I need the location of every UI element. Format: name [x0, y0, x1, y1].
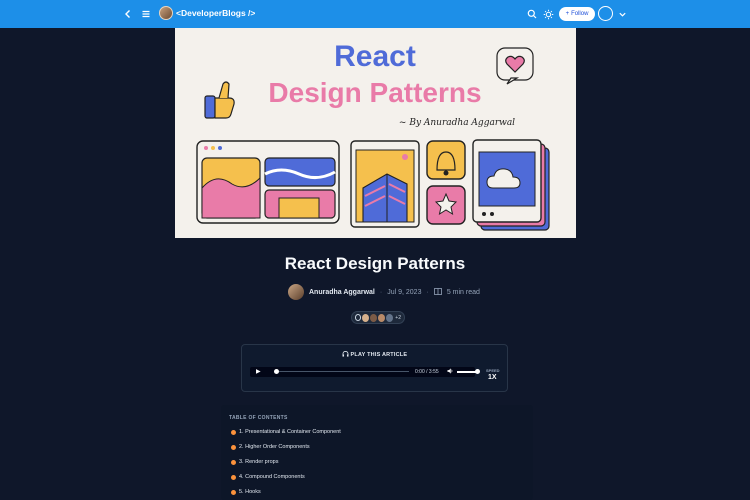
toc-item-label: 2. Higher Order Components	[239, 444, 310, 450]
audio-player: PLAY THIS ARTICLE ▶ 0:00 / 3:55 SPEED 1X	[241, 344, 508, 392]
toc-item[interactable]: 2. Higher Order Components	[231, 444, 310, 450]
bullet-icon	[231, 474, 236, 480]
star-illustration	[426, 185, 466, 225]
toc-item[interactable]: 5. Hooks	[231, 489, 261, 495]
publish-date: Jul 9, 2023	[387, 288, 422, 296]
speed-label: SPEED	[486, 368, 500, 373]
bell-illustration	[426, 140, 466, 180]
bookmark-icon[interactable]	[355, 314, 362, 321]
volume-knob[interactable]	[475, 369, 480, 374]
author-name[interactable]: Anuradha Aggarwal	[309, 289, 375, 296]
follow-button[interactable]: + Follow	[559, 7, 595, 21]
read-time: 5 min read	[446, 288, 480, 296]
progress-track[interactable]	[279, 371, 409, 372]
search-icon[interactable]	[524, 6, 540, 22]
chevron-down-icon[interactable]	[614, 6, 630, 22]
building-illustration	[350, 140, 420, 228]
browser-window-illustration	[196, 140, 340, 224]
article-meta: Anuradha Aggarwal · Jul 9, 2023 · 5 min …	[288, 284, 480, 300]
toc-item-label: 3. Render props	[239, 459, 279, 465]
thumbs-up-illustration	[204, 81, 235, 119]
bullet-icon	[231, 459, 236, 465]
toc-item[interactable]: 1. Presentational & Container Component	[231, 429, 341, 435]
table-of-contents: TABLE OF CONTENTS 1. Presentational & Co…	[221, 405, 533, 500]
toc-item[interactable]: 4. Compound Components	[231, 474, 305, 480]
author-avatar[interactable]	[288, 284, 304, 300]
reactions-pill[interactable]: +2	[351, 311, 405, 324]
blog-name[interactable]: <DeveloperBlogs />	[176, 8, 255, 18]
toc-item-label: 4. Compound Components	[239, 474, 305, 480]
reactor-avatar	[370, 313, 378, 322]
playback-time: 0:00 / 3:55	[415, 369, 439, 375]
toc-item-label: 1. Presentational & Container Component	[239, 429, 341, 435]
reactor-avatar	[362, 313, 370, 322]
menu-icon[interactable]	[138, 6, 154, 22]
user-avatar[interactable]	[598, 6, 613, 21]
volume-icon[interactable]	[447, 368, 454, 376]
blog-avatar[interactable]	[159, 6, 173, 20]
speed-button[interactable]: 1X	[488, 374, 497, 381]
follow-label: Follow	[571, 11, 589, 17]
cover-image: React Design Patterns ~ By Anuradha Agga…	[175, 28, 576, 238]
theme-toggle-icon[interactable]	[540, 6, 556, 22]
play-article-label: PLAY THIS ARTICLE	[350, 352, 408, 358]
cover-line-1: React	[334, 40, 416, 73]
cover-line-2: Design Patterns	[268, 77, 481, 108]
separator-dot: ·	[426, 288, 429, 296]
toc-item-label: 5. Hooks	[239, 489, 261, 495]
separator-dot: ·	[379, 288, 383, 296]
volume-slider[interactable]	[457, 371, 477, 373]
top-bar: <DeveloperBlogs /> + Follow	[0, 0, 750, 28]
heart-bubble-illustration	[496, 47, 534, 85]
cover-byline: ~ By Anuradha Aggarwal	[399, 118, 515, 128]
reactor-avatar	[378, 313, 386, 322]
cloud-window-illustration	[472, 139, 550, 231]
play-article-heading: PLAY THIS ARTICLE	[242, 351, 507, 358]
toc-item[interactable]: 3. Render props	[231, 459, 278, 465]
reaction-count: +2	[395, 314, 401, 321]
back-icon[interactable]	[120, 6, 136, 22]
reactor-avatar	[386, 313, 394, 322]
add-user-icon: +	[565, 11, 570, 17]
toc-heading: TABLE OF CONTENTS	[229, 415, 288, 421]
audio-controls: ▶ 0:00 / 3:55	[250, 367, 480, 377]
article-title: React Design Patterns	[284, 254, 466, 273]
bullet-icon	[231, 489, 236, 495]
headphones-icon	[342, 351, 351, 358]
bullet-icon	[231, 444, 236, 450]
book-icon	[433, 287, 442, 297]
play-icon[interactable]: ▶	[256, 368, 261, 375]
bullet-icon	[231, 429, 236, 435]
